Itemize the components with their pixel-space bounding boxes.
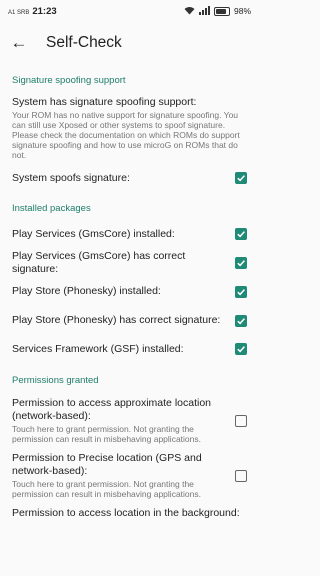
- status-bar: A1 SRB 21:23 98%: [0, 0, 259, 22]
- clock: 21:23: [32, 5, 57, 17]
- item-permission-approx-location[interactable]: Permission to access approximate locatio…: [0, 397, 259, 444]
- item-signature-spoofing-support[interactable]: System has signature spoofing support: Y…: [0, 96, 259, 160]
- battery-level: 98%: [233, 6, 251, 16]
- item-text: Services Framework (GSF) installed:: [12, 343, 225, 356]
- item-system-spoofs-signature[interactable]: System spoofs signature:: [0, 164, 259, 192]
- item-title: System spoofs signature:: [12, 171, 130, 184]
- checkbox[interactable]: [235, 172, 247, 184]
- item-text: Play Store (Phonesky) has correct signat…: [12, 314, 225, 327]
- item-phonesky-installed[interactable]: Play Store (Phonesky) installed:: [0, 278, 259, 305]
- check-icon: [237, 288, 245, 295]
- item-gsf-installed[interactable]: Services Framework (GSF) installed:: [0, 336, 259, 362]
- checkbox[interactable]: [235, 343, 247, 355]
- item-title: Permission to access location in the bac…: [12, 507, 240, 519]
- signal-icon: [198, 5, 210, 17]
- battery-icon: [213, 6, 230, 16]
- item-permission-precise-location[interactable]: Permission to Precise location (GPS and …: [0, 452, 259, 499]
- item-gmscore-signature[interactable]: Play Services (GmsCore) has correct sign…: [0, 247, 259, 278]
- checkbox[interactable]: [235, 256, 247, 269]
- item-text: Play Services (GmsCore) has correct sign…: [12, 250, 225, 276]
- item-gmscore-installed[interactable]: Play Services (GmsCore) installed:: [0, 221, 259, 247]
- check-icon: [237, 346, 245, 353]
- item-summary: Touch here to grant permission. Not gran…: [12, 424, 201, 444]
- item-summary: Touch here to grant permission. Not gran…: [12, 479, 201, 499]
- check-icon: [237, 175, 245, 182]
- section-header-signature-spoofing: Signature spoofing support: [12, 75, 126, 86]
- page-title: Self-Check: [46, 34, 122, 51]
- item-phonesky-signature[interactable]: Play Store (Phonesky) has correct signat…: [0, 305, 259, 336]
- item-text: Play Services (GmsCore) installed:: [12, 228, 225, 241]
- section-header-permissions: Permissions granted: [12, 375, 99, 386]
- item-permission-background-location[interactable]: Permission to access location in the bac…: [0, 507, 259, 520]
- app-bar: ← Self-Check: [0, 22, 259, 64]
- item-title: Play Store (Phonesky) installed:: [12, 285, 161, 297]
- checkbox[interactable]: [235, 285, 247, 298]
- item-title: Play Services (GmsCore) installed:: [12, 227, 175, 240]
- check-icon: [237, 317, 245, 324]
- check-icon: [237, 231, 245, 238]
- checkbox[interactable]: [235, 314, 247, 327]
- checkbox[interactable]: [235, 414, 247, 427]
- wifi-icon: [184, 6, 195, 17]
- item-title: Permission to access approximate locatio…: [12, 397, 212, 422]
- item-text: System spoofs signature:: [12, 172, 225, 185]
- carrier-label: A1 SRB: [8, 9, 30, 16]
- item-summary: Your ROM has no native support for signa…: [12, 110, 240, 160]
- item-title: Play Services (GmsCore) has correct sign…: [12, 249, 186, 275]
- item-title: Play Store (Phonesky) has correct signat…: [12, 314, 221, 326]
- item-title: Services Framework (GSF) installed:: [12, 342, 184, 355]
- item-title: System has signature spoofing support:: [12, 96, 197, 108]
- status-left: A1 SRB 21:23: [8, 6, 57, 17]
- arrow-back-icon[interactable]: ←: [0, 33, 38, 53]
- item-text: Play Store (Phonesky) installed:: [12, 285, 225, 298]
- item-text: Permission to access approximate locatio…: [12, 397, 225, 444]
- checkbox[interactable]: [235, 228, 247, 240]
- section-header-installed-packages: Installed packages: [12, 203, 91, 214]
- check-icon: [237, 259, 245, 266]
- item-text: Permission to Precise location (GPS and …: [12, 452, 225, 499]
- checkbox[interactable]: [235, 469, 247, 482]
- item-title: Permission to Precise location (GPS and …: [12, 452, 202, 477]
- item-text: Permission to access location in the bac…: [12, 507, 247, 520]
- item-text: System has signature spoofing support: Y…: [12, 96, 247, 160]
- status-right: 98%: [184, 5, 251, 17]
